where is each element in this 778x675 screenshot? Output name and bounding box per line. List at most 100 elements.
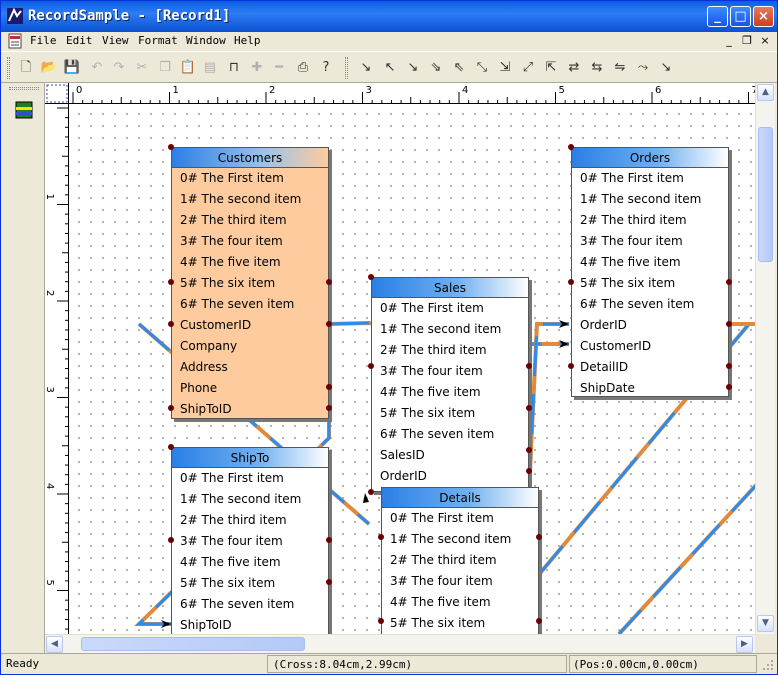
table-row[interactable]: 6# The seven item <box>172 594 328 615</box>
table-row[interactable]: 2# The third item <box>572 210 728 231</box>
left-toolbar-grip[interactable] <box>9 87 39 90</box>
link-style-3-icon[interactable]: ↘ <box>403 58 423 78</box>
redo-icon[interactable]: ↷ <box>109 58 129 78</box>
table-row[interactable]: 1# The second item <box>172 189 328 210</box>
table-row[interactable]: 5# The six item <box>572 273 728 294</box>
scroll-left-button[interactable]: ◀ <box>46 636 63 653</box>
table-row[interactable]: 6# The seven item <box>372 424 528 445</box>
table-row[interactable]: CustomerID <box>572 336 728 357</box>
table-row[interactable]: 2# The third item <box>372 340 528 361</box>
link-style-6-icon[interactable]: ⤡ <box>472 58 492 78</box>
title-bar[interactable]: RecordSample - [Record1] _ □ × <box>1 1 777 32</box>
link-style-8-icon[interactable]: ⤢ <box>518 58 538 78</box>
toolbar-grip[interactable] <box>7 57 10 79</box>
table-row[interactable]: 3# The four item <box>172 531 328 552</box>
table-row[interactable]: 0# The First item <box>172 168 328 189</box>
link-style-10-icon[interactable]: ⇄ <box>564 58 584 78</box>
table-row[interactable]: 3# The four item <box>382 571 538 592</box>
new-icon[interactable]: 🗋 <box>16 58 36 78</box>
table-row[interactable]: 4# The five item <box>382 592 538 613</box>
link-style-2-icon[interactable]: ↖ <box>380 58 400 78</box>
table-row[interactable]: ShipToID <box>172 399 328 420</box>
table-shipto[interactable]: ShipTo 0# The First item 1# The second i… <box>171 447 329 634</box>
table-row[interactable]: 3# The four item <box>572 231 728 252</box>
copy-icon[interactable]: ❐ <box>155 58 175 78</box>
horizontal-scroll-thumb[interactable] <box>81 637 305 651</box>
table-row[interactable]: 4# The five item <box>572 252 728 273</box>
table-row[interactable]: 0# The First item <box>172 468 328 489</box>
link-orders-sales[interactable] <box>527 322 569 493</box>
table-row[interactable]: ShipDate <box>572 378 728 399</box>
save-icon[interactable]: 💾 <box>62 58 82 78</box>
table-details[interactable]: Details 0# The First item 1# The second … <box>381 487 539 634</box>
link-style-11-icon[interactable]: ⇆ <box>587 58 607 78</box>
table-row[interactable]: 1# The second item <box>372 319 528 340</box>
table-tool-icon[interactable] <box>15 101 33 119</box>
link-style-12-icon[interactable]: ⇋ <box>610 58 630 78</box>
table-row[interactable]: 0# The First item <box>572 168 728 189</box>
scroll-up-button[interactable]: ▲ <box>757 84 774 101</box>
table-row[interactable]: 1# The second item <box>382 529 538 550</box>
link-style-13-icon[interactable]: ⤳ <box>633 58 653 78</box>
table-row[interactable]: 6# The seven item <box>172 294 328 315</box>
table-row[interactable]: 6# The seven item <box>572 294 728 315</box>
maximize-button[interactable]: □ <box>730 6 751 27</box>
print-icon[interactable]: ⎙ <box>293 58 313 78</box>
table-row[interactable]: 0# The First item <box>372 298 528 319</box>
link-style-9-icon[interactable]: ⇱ <box>541 58 561 78</box>
paste-special-icon[interactable]: ▤ <box>200 58 220 78</box>
link-style-4-icon[interactable]: ⇘ <box>426 58 446 78</box>
table-row[interactable]: 3# The four item <box>172 231 328 252</box>
vertical-scroll-thumb[interactable] <box>758 127 773 262</box>
table-row[interactable]: Phone <box>172 378 328 399</box>
table-row[interactable]: CustomerID <box>172 315 328 336</box>
cut-icon[interactable]: ✂ <box>132 58 152 78</box>
menu-view[interactable]: View <box>102 34 129 47</box>
table-row[interactable]: 5# The six item <box>382 613 538 634</box>
help-icon[interactable]: ? <box>316 58 336 78</box>
undo-icon[interactable]: ↶ <box>87 58 107 78</box>
menu-file[interactable]: File <box>30 34 57 47</box>
table-row[interactable]: Company <box>172 336 328 357</box>
menu-edit[interactable]: Edit <box>66 34 93 47</box>
diagram-canvas[interactable]: Customers 0# The First item 1# The secon… <box>69 104 755 634</box>
table-row[interactable]: Address <box>172 357 328 378</box>
table-row[interactable]: OrderID <box>572 315 728 336</box>
table-customers[interactable]: Customers 0# The First item 1# The secon… <box>171 147 329 419</box>
table-row[interactable]: OrderID <box>372 466 528 487</box>
paste-icon[interactable]: 📋 <box>178 58 198 78</box>
table-row[interactable]: SalesID <box>372 445 528 466</box>
table-shipto-header[interactable]: ShipTo <box>172 448 328 468</box>
open-icon[interactable]: 📂 <box>39 58 59 78</box>
link-style-7-icon[interactable]: ⇲ <box>495 58 515 78</box>
menu-format[interactable]: Format <box>138 34 178 47</box>
close-button[interactable]: × <box>753 6 774 27</box>
mdi-minimize-button[interactable]: _ <box>721 34 737 48</box>
scroll-down-button[interactable]: ▼ <box>757 615 774 632</box>
menu-window[interactable]: Window <box>186 34 226 47</box>
menu-help[interactable]: Help <box>234 34 261 47</box>
mdi-restore-button[interactable]: ❐ <box>739 34 755 48</box>
table-row[interactable]: 5# The six item <box>172 573 328 594</box>
link-style-14-icon[interactable]: ↘ <box>656 58 676 78</box>
table-row[interactable]: 1# The second item <box>572 189 728 210</box>
table-orders[interactable]: Orders 0# The First item 1# The second i… <box>571 147 729 397</box>
table-row[interactable]: 5# The six item <box>372 403 528 424</box>
horizontal-scrollbar[interactable]: ◀ ▶ <box>45 634 755 653</box>
table-row[interactable]: 5# The six item <box>172 273 328 294</box>
link-style-5-icon[interactable]: ⇖ <box>449 58 469 78</box>
table-row[interactable]: ShipToID <box>172 615 328 634</box>
table-details-header[interactable]: Details <box>382 488 538 508</box>
table-sales-header[interactable]: Sales <box>372 278 528 298</box>
table-row[interactable]: 3# The four item <box>372 361 528 382</box>
minimize-button[interactable]: _ <box>707 6 728 27</box>
table-row[interactable]: 2# The third item <box>172 210 328 231</box>
mdi-close-button[interactable]: × <box>757 34 773 48</box>
table-orders-header[interactable]: Orders <box>572 148 728 168</box>
size-grip-icon[interactable] <box>761 658 775 672</box>
table-row[interactable]: 1# The second item <box>172 489 328 510</box>
table-row[interactable]: 4# The five item <box>372 382 528 403</box>
table-row[interactable]: 4# The five item <box>172 552 328 573</box>
table-row[interactable]: 2# The third item <box>172 510 328 531</box>
link-style-1-icon[interactable]: ↘ <box>356 58 376 78</box>
